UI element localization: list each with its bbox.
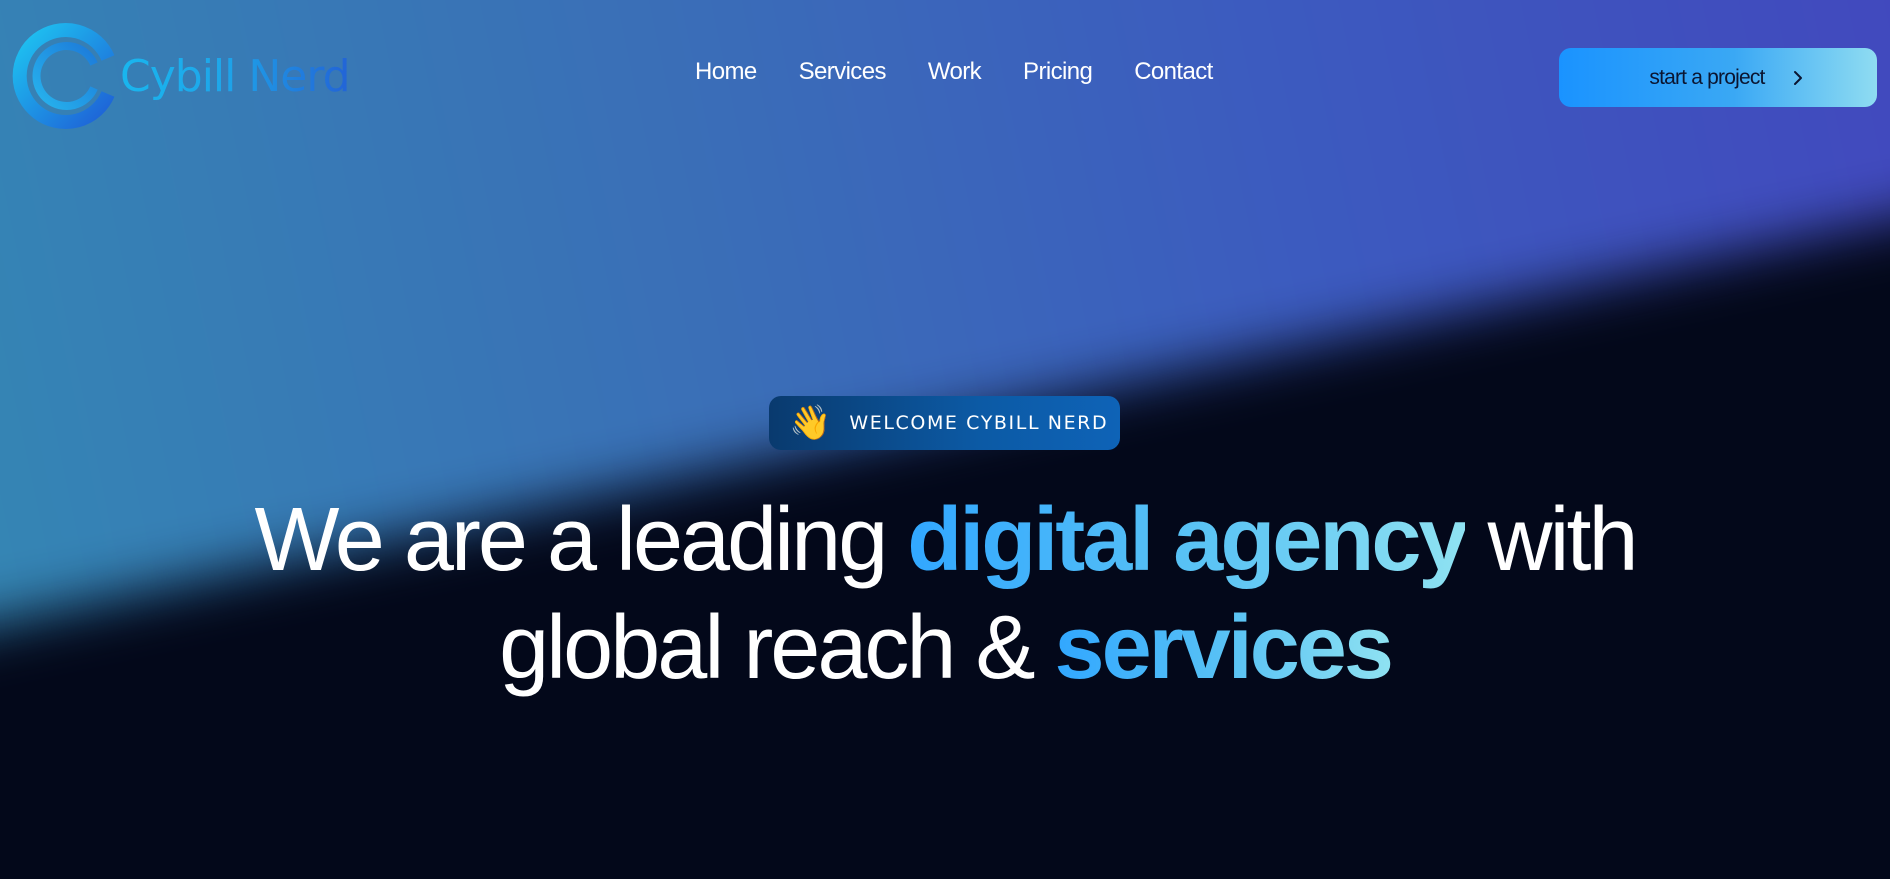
nav-item-work[interactable]: Work bbox=[928, 58, 982, 86]
start-project-button[interactable]: start a project bbox=[1559, 48, 1877, 107]
ring-logo-icon bbox=[12, 23, 115, 129]
headline-text-1: We are a leading bbox=[254, 490, 908, 590]
nav-item-pricing[interactable]: Pricing bbox=[1023, 58, 1093, 86]
welcome-badge-label: WELCOME CYBILL NERD bbox=[849, 412, 1109, 434]
nav-item-home[interactable]: Home bbox=[695, 58, 757, 86]
headline-text-2: with bbox=[1465, 490, 1638, 590]
chevron-right-icon bbox=[1793, 70, 1802, 85]
nav-item-services[interactable]: Services bbox=[799, 58, 887, 86]
hero-section: Cybill Nerd Home Services Work Pricing C… bbox=[0, 0, 1890, 879]
nav-item-contact[interactable]: Contact bbox=[1134, 58, 1213, 86]
headline-line-1: We are a leading digital agency with bbox=[254, 490, 1638, 590]
brand-name: Cybill Nerd bbox=[120, 50, 351, 102]
headline-text-3: global reach & bbox=[499, 598, 1055, 698]
headline-accent-services: services bbox=[1054, 598, 1394, 698]
waving-hand-icon: 👋 bbox=[789, 404, 832, 442]
start-project-label: start a project bbox=[1649, 65, 1765, 89]
brand-logo[interactable]: Cybill Nerd bbox=[10, 20, 351, 132]
site-header: Cybill Nerd Home Services Work Pricing C… bbox=[0, 0, 1890, 150]
main-nav: Home Services Work Pricing Contact bbox=[695, 58, 1213, 86]
welcome-badge: 👋 WELCOME CYBILL NERD bbox=[769, 396, 1120, 450]
headline-line-2: global reach & services bbox=[499, 598, 1394, 698]
headline-accent-digital-agency: digital agency bbox=[907, 490, 1468, 590]
hero-headline: We are a leading digital agency with glo… bbox=[0, 486, 1890, 702]
